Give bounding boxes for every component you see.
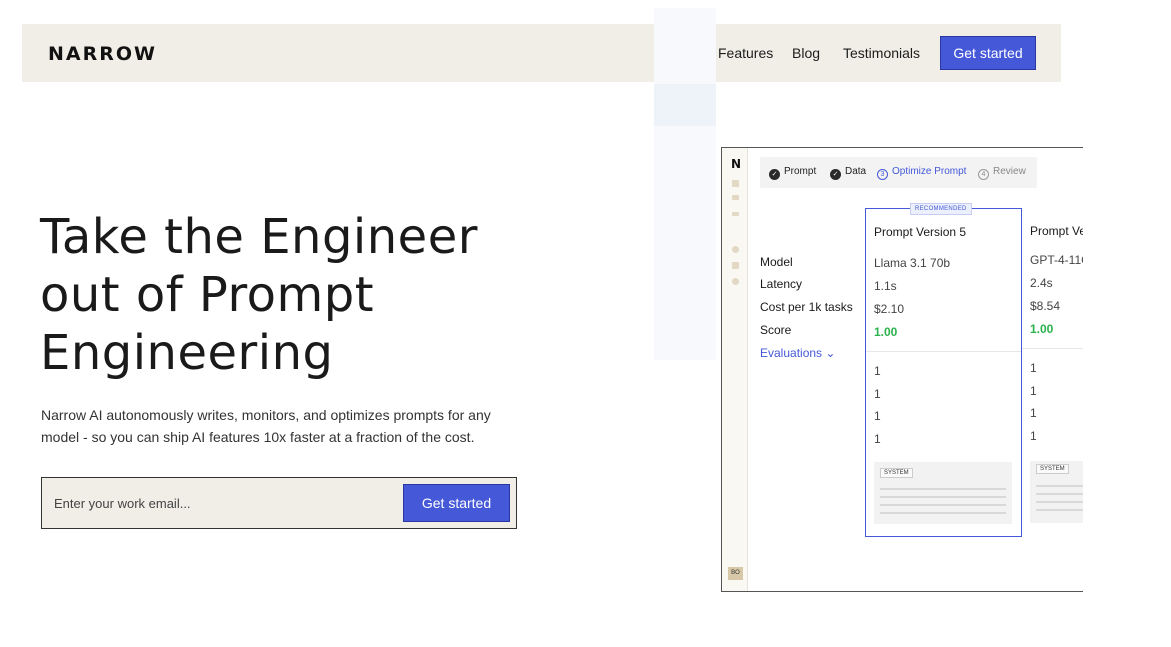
hero-title: Take the Engineer out of Prompt Engineer… [40,208,600,382]
background-panel [654,8,716,360]
eval-value: 1 [1030,361,1037,375]
evaluations-toggle[interactable]: Evaluations ⌄ [760,346,835,360]
system-tag: SYSTEM [880,468,913,478]
step-optimize-prompt[interactable]: 3 Optimize Prompt [877,166,966,180]
app-sidebar-rail: N BO [722,148,748,591]
hero-get-started-button[interactable]: Get started [403,484,510,522]
card-cost: $8.54 [1030,299,1061,313]
step-number-icon: 3 [877,169,888,180]
nav-link-testimonials[interactable]: Testimonials [843,45,920,61]
step-review[interactable]: 4 Review [978,166,1026,180]
hero-title-line-1: Take the Engineer [40,209,478,265]
row-label-latency: Latency [760,277,803,291]
nav-get-started-button[interactable]: Get started [940,36,1036,70]
text-line [1036,509,1083,511]
product-preview: N BO ✓ Prompt ✓ Data 3 Optimize Prompt 4 Rev… [721,147,1083,592]
eval-value: 1 [1030,406,1037,420]
card-cost: $2.10 [874,302,905,316]
database-icon[interactable] [732,262,739,269]
hero-subtitle: Narrow AI autonomously writes, monitors,… [41,407,491,445]
card-title: Prompt Ve [1030,224,1083,238]
text-line [880,496,1006,498]
card-model: GPT-4-11C [1030,253,1083,267]
list-icon[interactable] [732,195,739,200]
step-data[interactable]: ✓ Data [830,166,866,180]
eval-value: 1 [874,409,881,423]
eval-value: 1 [874,387,881,401]
text-line [1036,485,1083,487]
text-line [880,504,1006,506]
document-icon[interactable] [732,180,739,187]
card-latency: 1.1s [874,279,897,293]
card-title: Prompt Version 5 [874,225,967,239]
narrow-logo[interactable]: NARROW [48,43,157,65]
check-icon: ✓ [769,169,780,180]
system-prompt-preview: SYSTEM [1030,461,1083,523]
app-logo-icon: N [731,157,742,171]
divider [1022,348,1083,349]
menu-icon[interactable] [732,212,739,216]
prompt-version-card[interactable]: Prompt Ve GPT-4-11C 2.4s $8.54 1.00 1 1 … [1022,208,1083,537]
card-score: 1.00 [874,325,898,339]
avatar[interactable]: BO [728,567,743,580]
gear-icon[interactable] [732,246,739,253]
nav-link-blog[interactable]: Blog [792,45,820,61]
card-model: Llama 3.1 70b [874,256,951,270]
nav-link-features[interactable]: Features [718,45,773,61]
text-line [880,488,1006,490]
step-label: Review [993,166,1026,177]
row-label-cost: Cost per 1k tasks [760,300,853,314]
hero-title-line-2: out of Prompt [40,267,375,323]
eval-value: 1 [874,432,881,446]
recommended-badge: RECOMMENDED [910,203,972,215]
prompt-version-card-recommended[interactable]: RECOMMENDED Prompt Version 5 Llama 3.1 7… [865,203,1022,537]
step-prompt[interactable]: ✓ Prompt [769,166,816,180]
text-line [880,512,1006,514]
step-number-icon: 4 [978,169,989,180]
row-label-score: Score [760,323,792,337]
divider [866,351,1021,352]
email-signup-form: Get started [41,477,517,529]
step-label: Prompt [784,166,817,177]
step-label: Data [845,166,867,177]
plus-icon[interactable] [732,278,739,285]
eval-value: 1 [1030,429,1037,443]
card-score: 1.00 [1030,322,1054,336]
card-latency: 2.4s [1030,276,1053,290]
system-tag: SYSTEM [1036,464,1069,474]
check-icon: ✓ [830,169,841,180]
background-panel-shade [654,84,716,126]
hero-title-line-3: Engineering [40,325,334,381]
eval-value: 1 [874,364,881,378]
workflow-stepper: ✓ Prompt ✓ Data 3 Optimize Prompt 4 Review [760,157,1037,188]
step-label: Optimize Prompt [892,166,967,177]
top-nav: NARROW Features Blog Testimonials Get st… [22,24,1061,82]
text-line [1036,501,1083,503]
work-email-input[interactable] [54,492,394,514]
row-label-model: Model [760,255,793,269]
system-prompt-preview: SYSTEM [874,462,1012,524]
eval-value: 1 [1030,384,1037,398]
text-line [1036,493,1083,495]
